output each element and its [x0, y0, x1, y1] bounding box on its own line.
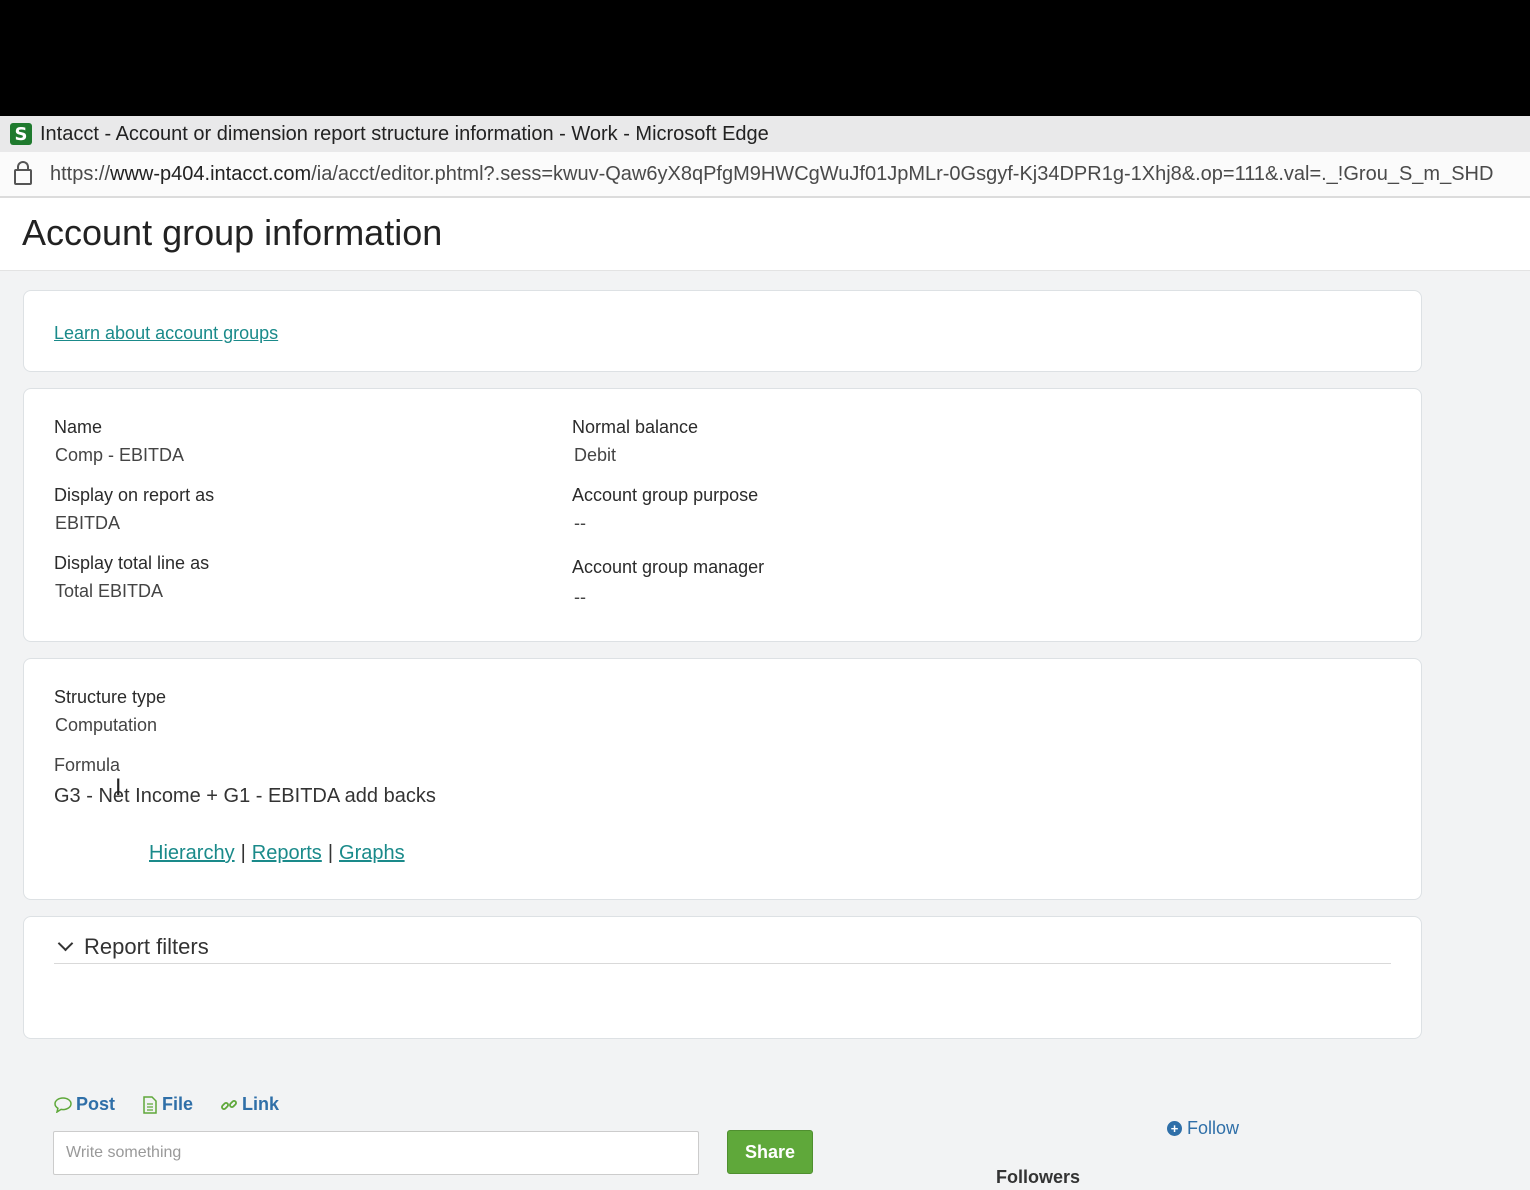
details-card: Name Comp - EBITDA Display on report as …: [23, 388, 1422, 642]
structure-card: Structure type Computation Formula G3 - …: [23, 658, 1422, 900]
report-filters-card: Report filters: [23, 916, 1422, 1039]
write-something-input[interactable]: [53, 1131, 699, 1175]
page-header: Account group information: [0, 198, 1530, 271]
file-icon: [143, 1095, 157, 1114]
structure-type-value: Computation: [55, 715, 158, 735]
display-total-value: Total EBITDA: [55, 581, 164, 601]
display-on-report-label: Display on report as: [54, 485, 215, 505]
normal-balance-label: Normal balance: [572, 417, 699, 437]
window-titlebar: S Intacct - Account or dimension report …: [0, 116, 1530, 152]
divider: [54, 963, 1391, 964]
file-tab[interactable]: File: [142, 1094, 193, 1115]
reports-link[interactable]: Reports: [252, 842, 322, 864]
url-host: www-p404.intacct.com: [110, 162, 312, 185]
text-cursor-icon: I: [115, 776, 122, 801]
graphs-link[interactable]: Graphs: [339, 842, 405, 864]
intacct-app-icon: S: [10, 123, 32, 145]
manager-label: Account group manager: [572, 557, 765, 577]
structure-links: Hierarchy | Reports | Graphs: [149, 842, 405, 865]
hierarchy-link[interactable]: Hierarchy: [149, 842, 235, 864]
formula-value: G3 - Net Income + G1 - EBITDA add backs: [54, 785, 436, 807]
report-filters-title[interactable]: Report filters: [84, 934, 209, 960]
lock-icon[interactable]: [14, 161, 32, 185]
screen-top-black-area: [0, 0, 1530, 116]
name-label: Name: [54, 417, 103, 437]
post-tab[interactable]: Post: [54, 1094, 115, 1115]
chevron-down-icon[interactable]: [57, 935, 74, 952]
learn-card: Learn about account groups: [23, 290, 1422, 372]
normal-balance-value: Debit: [574, 445, 617, 465]
structure-type-label: Structure type: [54, 687, 167, 707]
purpose-value: --: [574, 513, 586, 533]
window-title: Intacct - Account or dimension report st…: [40, 122, 769, 145]
name-value: Comp - EBITDA: [55, 445, 185, 465]
url-prefix: https://: [50, 162, 111, 185]
link-icon: [221, 1099, 237, 1110]
display-on-report-value: EBITDA: [55, 513, 121, 533]
followers-heading: Followers: [996, 1167, 1081, 1187]
plus-circle-icon: +: [1167, 1121, 1182, 1136]
learn-account-groups-link[interactable]: Learn about account groups: [54, 323, 278, 344]
link-label: Link: [242, 1094, 280, 1114]
formula-label: Formula: [54, 755, 121, 775]
manager-value: --: [574, 587, 586, 607]
follow-button[interactable]: + Follow: [1167, 1118, 1239, 1139]
share-button[interactable]: Share: [727, 1130, 813, 1174]
speech-bubble-icon: [54, 1096, 72, 1113]
purpose-label: Account group purpose: [572, 485, 759, 505]
link-separator: |: [240, 842, 246, 864]
page-title: Account group information: [22, 212, 443, 253]
display-total-label: Display total line as: [54, 553, 210, 573]
url-path: /ia/acct/editor.phtml?.sess=kwuv-Qaw6yX8…: [311, 162, 1494, 185]
post-label: Post: [76, 1094, 116, 1114]
link-tab[interactable]: Link: [220, 1094, 279, 1115]
file-label: File: [162, 1094, 194, 1114]
link-separator: |: [327, 842, 334, 864]
follow-label: Follow: [1187, 1118, 1240, 1138]
address-bar[interactable]: https://www-p404.intacct.com/ia/acct/edi…: [0, 152, 1530, 198]
